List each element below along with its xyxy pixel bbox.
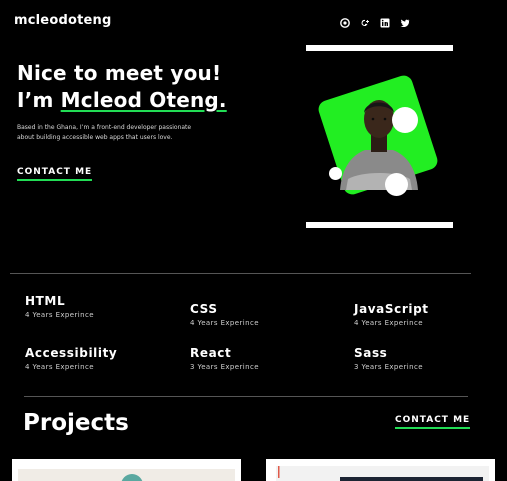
github-icon[interactable]: [340, 18, 350, 28]
linkedin-icon[interactable]: [380, 18, 390, 28]
project-card[interactable]: [12, 459, 241, 481]
section-divider: [10, 273, 471, 274]
skill-years: 4 Years Experince: [25, 363, 94, 371]
section-divider: [24, 396, 468, 397]
skill-years: 4 Years Experince: [25, 311, 94, 319]
hero-name: Mcleod Oteng.: [60, 88, 227, 112]
hero-intro-line: I’m Mcleod Oteng.: [17, 87, 227, 114]
skill-item: React 3 Years Experince: [190, 345, 259, 372]
project-thumbnail: [12, 459, 241, 481]
project-card[interactable]: [266, 459, 495, 481]
skill-name: HTML: [25, 294, 66, 308]
hero-description: Based in the Ghana, I’m a front-end deve…: [17, 124, 192, 141]
skill-item: HTML 4 Years Experince: [25, 293, 94, 320]
decor-dot-large: [392, 107, 418, 133]
hero-headline: Nice to meet you! I’m Mcleod Oteng.: [17, 60, 227, 114]
skill-name: CSS: [190, 302, 218, 316]
skill-years: 3 Years Experince: [190, 363, 259, 371]
skill-name: Sass: [354, 346, 388, 360]
skill-years: 4 Years Experince: [354, 319, 423, 327]
project-thumbnail: [266, 459, 495, 481]
projects-contact-button[interactable]: CONTACT ME: [395, 415, 471, 429]
frame-bar-bottom: [306, 222, 453, 228]
twitter-icon[interactable]: [400, 18, 410, 28]
site-logo[interactable]: mcleodoteng: [14, 13, 112, 28]
hero-contact-button[interactable]: CONTACT ME: [17, 167, 93, 181]
skill-years: 4 Years Experince: [190, 319, 259, 327]
decor-dot-bottom: [385, 173, 408, 196]
skill-name: Accessibility: [25, 346, 118, 360]
skills-grid: HTML 4 Years Experince CSS 4 Years Exper…: [25, 293, 465, 383]
skill-item: Sass 3 Years Experince: [354, 345, 423, 372]
skill-years: 3 Years Experince: [354, 363, 423, 371]
projects-heading: Projects: [23, 410, 129, 436]
frame-bar-top: [306, 45, 453, 51]
decor-dot-small: [329, 167, 342, 180]
skill-name: React: [190, 346, 232, 360]
skill-item: JavaScript 4 Years Experince: [354, 301, 429, 328]
skill-name: JavaScript: [354, 302, 429, 316]
hero-greeting: Nice to meet you!: [17, 61, 222, 85]
hero-image: [306, 45, 453, 230]
skill-item: CSS 4 Years Experince: [190, 301, 259, 328]
profile-photo: [340, 100, 418, 190]
google-plus-icon[interactable]: [360, 18, 370, 28]
social-links: [340, 18, 410, 28]
skill-item: Accessibility 4 Years Experince: [25, 345, 117, 372]
hero-intro-prefix: I’m: [17, 88, 61, 112]
